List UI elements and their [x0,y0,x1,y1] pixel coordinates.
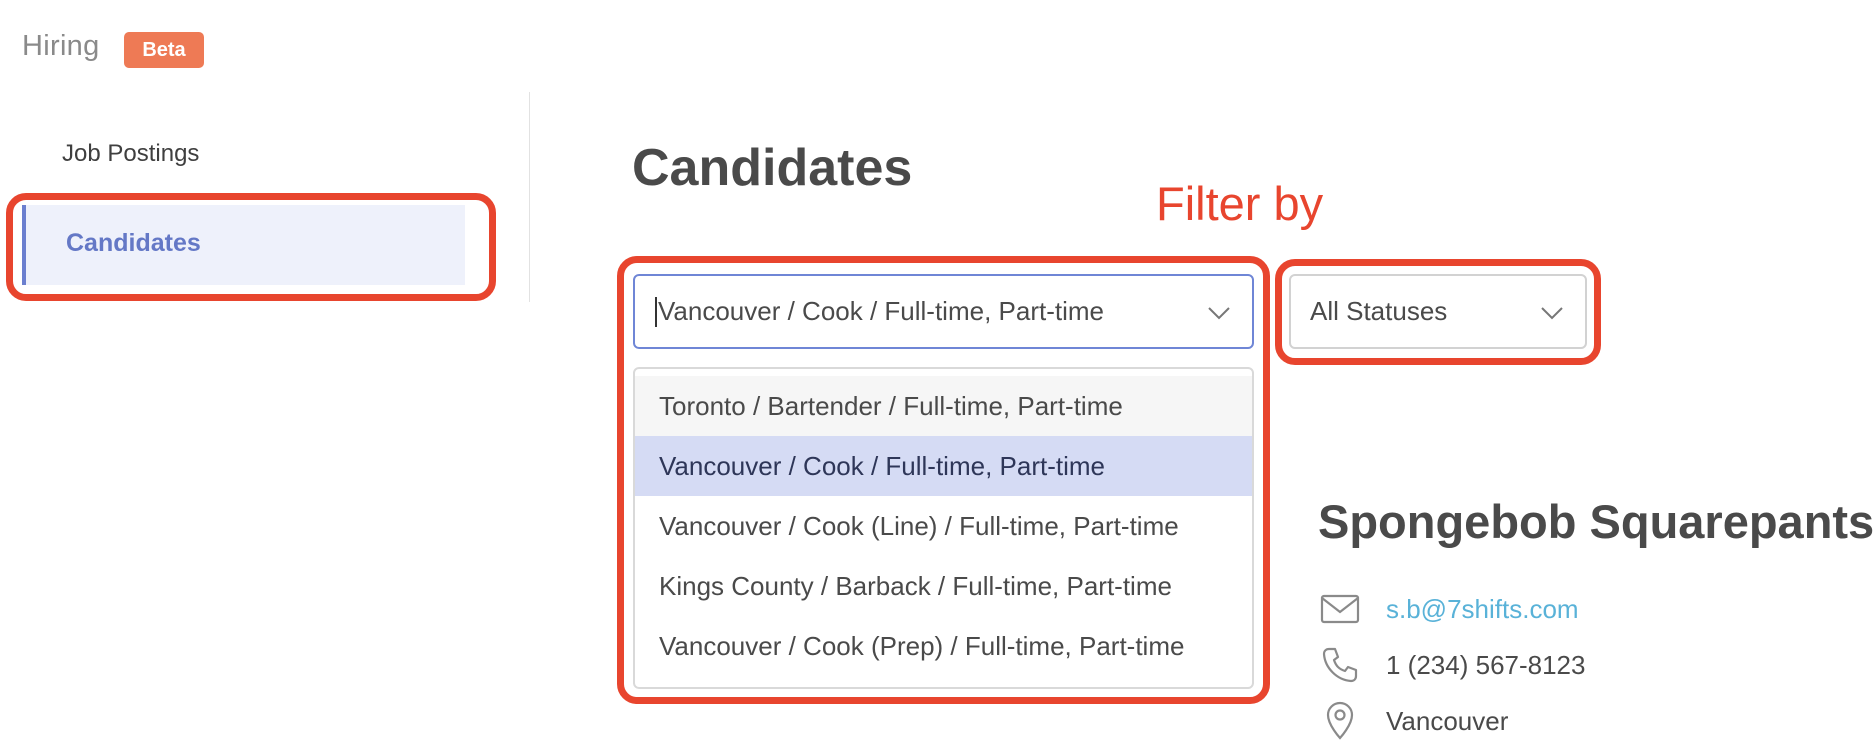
annotation-box-job-filter [617,256,1270,704]
location-pin-icon [1318,699,1362,743]
sidebar-divider [529,92,530,302]
candidate-location: Vancouver [1386,705,1509,736]
candidate-phone: 1 (234) 567-8123 [1386,649,1586,680]
beta-badge: Beta [124,32,204,68]
phone-icon [1318,643,1362,687]
candidate-email-row: s.b@7shifts.com [1318,587,1579,631]
annotation-box-status-filter [1275,259,1601,365]
app-title: Hiring [22,30,100,62]
candidate-phone-row: 1 (234) 567-8123 [1318,643,1585,687]
mail-icon [1318,587,1362,631]
page-title: Candidates [632,139,913,197]
annotation-box-sidebar [6,193,496,301]
annotation-label: Filter by [1156,177,1324,230]
candidate-location-row: Vancouver [1318,699,1508,743]
candidate-name: Spongebob Squarepants [1318,495,1875,548]
candidate-email-link[interactable]: s.b@7shifts.com [1386,594,1579,625]
sidebar-item-job-postings[interactable]: Job Postings [62,140,199,168]
